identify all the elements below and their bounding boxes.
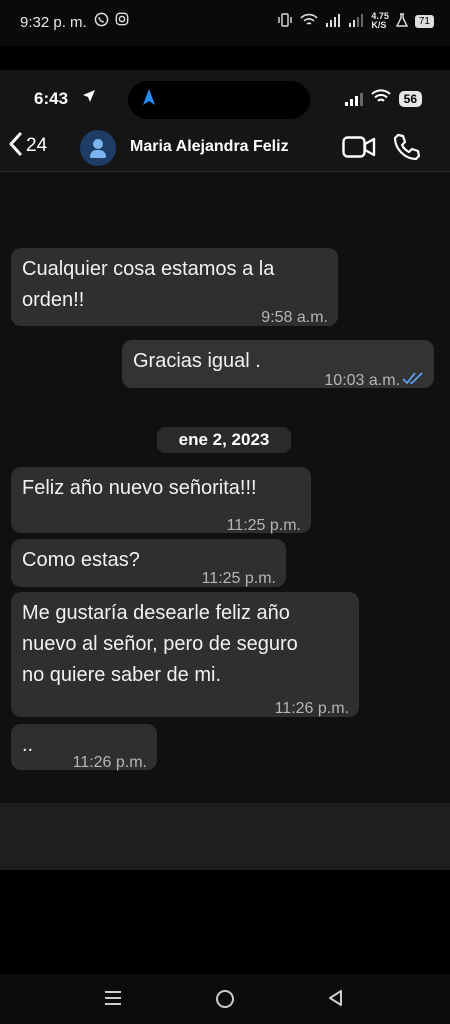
message-time: 11:26 p.m. bbox=[274, 700, 349, 717]
ios-status-bar: 6:43 56 bbox=[0, 80, 450, 120]
message-text: Me gustaría desearle feliz año nuevo al … bbox=[22, 602, 298, 686]
message-time: 11:25 p.m. bbox=[226, 517, 301, 534]
message-bubble[interactable]: Como estas? 11:25 p.m. bbox=[11, 539, 286, 587]
navigation-arrow-icon bbox=[142, 88, 156, 111]
person-icon bbox=[93, 139, 103, 149]
vibrate-icon bbox=[277, 12, 293, 30]
message-text: .. bbox=[22, 734, 34, 756]
message-text: Gracias igual . bbox=[133, 350, 261, 372]
back-button[interactable]: 24 bbox=[8, 132, 47, 159]
location-arrow-icon bbox=[82, 89, 96, 106]
message-bubble[interactable]: Feliz año nuevo señorita!!! 11:25 p.m. bbox=[11, 467, 311, 534]
chat-header: 24 Maria Alejandra Feliz bbox=[0, 120, 450, 172]
android-status-bar: 9:32 p. m. 4.75 K/S 71 bbox=[0, 0, 450, 46]
message-text: Cualquier cosa estamos a la orden!! bbox=[22, 258, 275, 311]
message-time: 11:25 p.m. bbox=[201, 570, 276, 587]
home-icon[interactable] bbox=[216, 990, 234, 1008]
signal-icon bbox=[348, 13, 364, 30]
avatar[interactable] bbox=[80, 130, 116, 166]
video-call-icon[interactable] bbox=[342, 136, 376, 163]
message-bubble-outgoing[interactable]: Gracias igual . 10:03 a.m. bbox=[122, 340, 434, 389]
read-receipt-icon bbox=[402, 365, 424, 396]
message-time: 11:26 p.m. bbox=[72, 754, 147, 771]
ios-status-icons: 56 bbox=[344, 89, 422, 108]
phone-icon[interactable] bbox=[392, 132, 422, 167]
unread-count: 24 bbox=[26, 134, 48, 156]
message-bubble[interactable]: .. 11:26 p.m. bbox=[11, 724, 157, 771]
message-bubble[interactable]: Me gustaría desearle feliz año nuevo al … bbox=[11, 592, 359, 717]
instagram-icon bbox=[115, 12, 129, 29]
dynamic-island bbox=[128, 81, 310, 119]
ios-battery: 56 bbox=[398, 90, 422, 107]
message-time: 9:58 a.m. bbox=[261, 309, 328, 326]
wifi-icon bbox=[370, 89, 391, 108]
message-text: Feliz año nuevo señorita!!! bbox=[22, 477, 257, 499]
signal-icon bbox=[325, 13, 341, 30]
android-clock: 9:32 p. m. bbox=[20, 14, 87, 31]
signal-icon bbox=[344, 92, 363, 106]
android-battery: 71 bbox=[414, 14, 434, 28]
back-chevron-icon bbox=[8, 132, 22, 159]
back-triangle-icon[interactable] bbox=[326, 988, 346, 1013]
spacer bbox=[0, 46, 450, 70]
android-nav-bar bbox=[0, 974, 450, 1024]
message-bubble[interactable]: Cualquier cosa estamos a la orden!! 9:58… bbox=[11, 248, 338, 326]
menu-icon[interactable] bbox=[103, 988, 123, 1013]
contact-name[interactable]: Maria Alejandra Feliz bbox=[130, 138, 289, 156]
message-time: 10:03 a.m. bbox=[324, 372, 400, 389]
net-speed: 4.75 K/S bbox=[371, 11, 389, 30]
wifi-icon bbox=[300, 13, 318, 30]
flask-icon bbox=[395, 12, 409, 30]
whatsapp-icon bbox=[94, 12, 109, 30]
date-separator: ene 2, 2023 bbox=[157, 427, 291, 453]
ios-clock: 6:43 bbox=[34, 89, 69, 108]
android-status-icons: 4.75 K/S 71 bbox=[277, 12, 434, 30]
message-input-bar[interactable] bbox=[0, 803, 450, 870]
message-text: Como estas? bbox=[22, 549, 140, 571]
